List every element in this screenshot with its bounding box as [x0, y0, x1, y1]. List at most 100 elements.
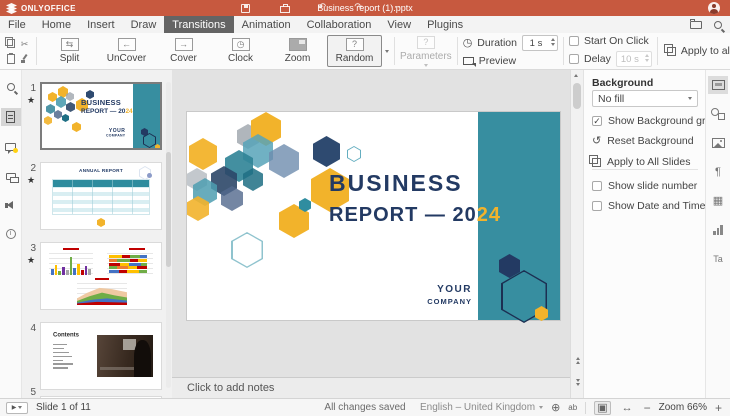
slides-icon: [6, 111, 15, 123]
tab-view[interactable]: View: [379, 16, 419, 33]
scroll-up-icon[interactable]: [574, 74, 578, 77]
left-toolbar: i: [0, 70, 22, 398]
spinner-up-icon[interactable]: [551, 38, 555, 41]
undo-icon[interactable]: ↶: [318, 1, 326, 15]
show-date-time-label: Show Date and Time: [608, 200, 705, 212]
apply-to-all-slides-button[interactable]: Apply to All Slides: [592, 156, 690, 168]
paragraph-settings-button[interactable]: ¶: [708, 163, 728, 181]
split-transition-icon: ⇆: [61, 38, 79, 51]
fit-to-width-button[interactable]: ↔: [619, 401, 636, 415]
paste-icon[interactable]: [7, 54, 15, 64]
chart-settings-icon: [713, 225, 723, 235]
document-language-button[interactable]: English – United Kingdom: [420, 402, 543, 413]
spinner-down-icon[interactable]: [551, 43, 555, 46]
parameters-button: ? Parameters: [400, 36, 452, 67]
background-fill-select[interactable]: No fill: [592, 90, 698, 107]
slide-number: 2: [24, 163, 36, 174]
cut-icon[interactable]: ✂: [21, 39, 29, 49]
comments-button[interactable]: [1, 139, 21, 155]
save-icon[interactable]: [241, 4, 250, 13]
scrollbar-thumb[interactable]: [166, 152, 171, 267]
fit-to-slide-button[interactable]: ▣: [594, 401, 610, 415]
show-date-time-row[interactable]: Show Date and Time: [592, 200, 705, 212]
show-slide-number-row[interactable]: Show slide number: [592, 180, 697, 192]
format-painter-icon[interactable]: [20, 54, 30, 64]
ribbon-separator: [563, 37, 564, 65]
more-actions-icon[interactable]: ⋯: [391, 1, 401, 15]
tab-transitions[interactable]: Transitions: [164, 16, 233, 33]
thumb-photo: [97, 335, 153, 377]
slide-company-text[interactable]: YOUR COMPANY: [427, 284, 472, 306]
feedback-button[interactable]: [1, 197, 21, 213]
editor-scrollbar[interactable]: [570, 70, 583, 398]
transition-uncover-button[interactable]: ← UnCover: [99, 35, 154, 67]
transition-random-button[interactable]: ? Random: [327, 35, 382, 67]
notes-area[interactable]: Click to add notes: [172, 377, 570, 398]
tab-insert[interactable]: Insert: [79, 16, 123, 33]
transition-cover-button[interactable]: → Cover: [156, 35, 211, 67]
slides-panel-button[interactable]: [1, 108, 21, 126]
shape-settings-icon: [711, 108, 725, 120]
image-settings-button[interactable]: [708, 134, 728, 152]
find-button[interactable]: [1, 79, 21, 95]
scrollbar-thumb[interactable]: [573, 83, 581, 109]
chat-button[interactable]: [1, 168, 21, 184]
copy-icon[interactable]: [7, 39, 15, 48]
tab-home[interactable]: Home: [34, 16, 79, 33]
delay-checkbox[interactable]: [569, 54, 579, 64]
slideshow-dropdown-icon[interactable]: [18, 406, 22, 409]
show-slide-number-checkbox[interactable]: [592, 181, 602, 191]
text-art-settings-icon: Ta: [713, 255, 723, 264]
duration-spinner[interactable]: 1 s: [522, 35, 558, 51]
slide-settings-button[interactable]: [708, 76, 728, 94]
preview-button[interactable]: Preview: [479, 55, 516, 67]
tab-file[interactable]: File: [0, 16, 34, 33]
apply-to-all-button[interactable]: Apply to all slides: [681, 45, 730, 57]
zoom-out-button[interactable]: −: [644, 402, 651, 414]
slide-subtitle[interactable]: REPORT — 2024: [329, 204, 501, 227]
open-file-icon[interactable]: [690, 21, 702, 29]
slide-thumbnail-2[interactable]: ANNUAL REPORT: [40, 162, 162, 230]
shape-settings-button[interactable]: [708, 105, 728, 123]
transition-clock-button[interactable]: ◷ Clock: [213, 35, 268, 67]
thumbnails-scrollbar[interactable]: [166, 82, 171, 388]
table-settings-button[interactable]: ▦: [708, 192, 728, 210]
document-title: Business report (1).pptx: [0, 3, 730, 13]
start-on-click-checkbox[interactable]: [569, 36, 579, 46]
previous-slide-button[interactable]: [573, 357, 582, 364]
reset-background-button[interactable]: ↺ Reset Background: [592, 135, 694, 147]
play-icon: ▶: [12, 404, 17, 411]
slide-thumbnail-3[interactable]: [40, 242, 162, 310]
zoom-in-button[interactable]: +: [715, 402, 722, 414]
slide-thumbnail-4[interactable]: Contents: [40, 322, 162, 390]
feedback-icon: [5, 201, 16, 210]
about-button[interactable]: i: [1, 226, 21, 242]
print-icon[interactable]: [280, 6, 290, 13]
tab-plugins[interactable]: Plugins: [419, 16, 471, 33]
spellcheck-icon[interactable]: ab: [568, 402, 577, 414]
start-slideshow-button[interactable]: ▶: [6, 402, 28, 414]
user-avatar[interactable]: [708, 2, 720, 14]
tab-animation[interactable]: Animation: [234, 16, 299, 33]
search-icon[interactable]: [714, 21, 722, 29]
slide-title[interactable]: BUSINESS: [329, 170, 463, 197]
next-slide-button[interactable]: [573, 379, 582, 386]
text-art-settings-button[interactable]: Ta: [708, 250, 728, 268]
transition-split-button[interactable]: ⇆ Split: [42, 35, 97, 67]
chart-settings-button[interactable]: [708, 221, 728, 239]
tab-draw[interactable]: Draw: [123, 16, 165, 33]
ribbon-separator: [657, 37, 658, 65]
redo-icon[interactable]: ↷: [354, 1, 362, 15]
cover-transition-icon: →: [175, 38, 193, 51]
start-on-click-label: Start On Click: [584, 35, 649, 47]
show-date-time-checkbox[interactable]: [592, 201, 602, 211]
tab-collaboration[interactable]: Collaboration: [299, 16, 380, 33]
transition-gallery-dropdown-icon[interactable]: [385, 50, 389, 53]
slide-thumbnail-1[interactable]: BUSINESS REPORT — 2024 YOURCOMPANY: [40, 82, 162, 150]
slide-canvas[interactable]: BUSINESS REPORT — 2024 YOUR COMPANY: [187, 112, 560, 320]
set-language-globe-icon[interactable]: ⊕: [551, 402, 560, 414]
show-background-graphics-checkbox[interactable]: ✓: [592, 116, 602, 126]
transition-zoom-button[interactable]: Zoom: [270, 35, 325, 67]
delay-value: 10 s: [621, 54, 639, 65]
paragraph-settings-icon: ¶: [715, 167, 721, 178]
